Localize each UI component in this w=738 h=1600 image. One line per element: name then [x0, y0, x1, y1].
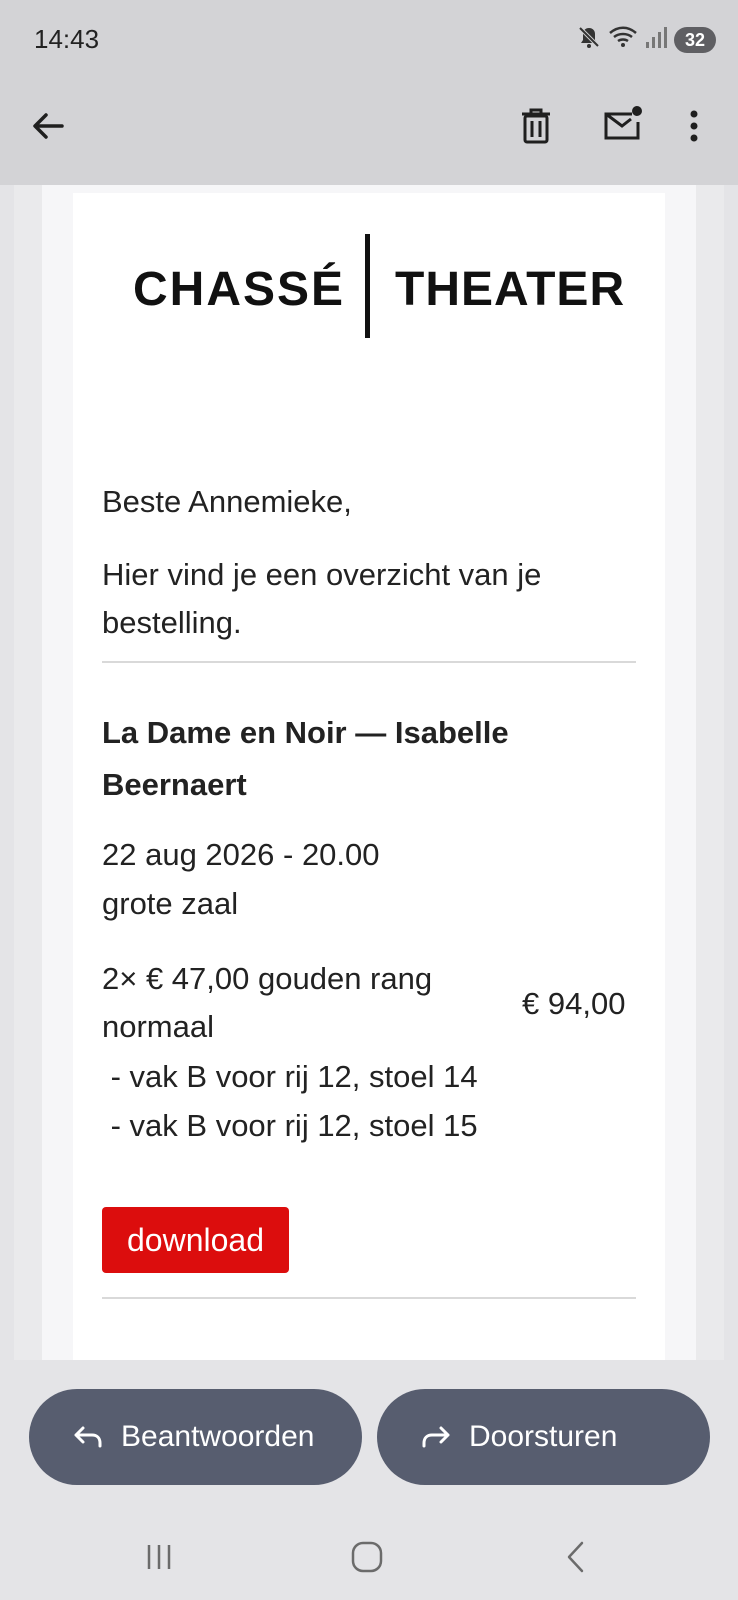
status-icons: 32: [576, 24, 716, 55]
signal-icon: [644, 24, 668, 55]
back-arrow-icon[interactable]: [28, 106, 68, 146]
reply-label: Beantwoorden: [121, 1420, 315, 1453]
more-vert-icon[interactable]: [686, 106, 702, 146]
divider: [102, 1297, 636, 1299]
performance-hall: grote zaal: [102, 886, 239, 921]
logo-text-theater: THEATER: [395, 263, 626, 316]
seat-line: - vak B voor rij 12, stoel 14: [102, 1059, 478, 1094]
forward-label: Doorsturen: [469, 1420, 618, 1453]
mark-unread-icon[interactable]: [602, 104, 644, 144]
mute-icon: [576, 24, 602, 55]
performance-date: 22 aug 2026 - 20.00: [102, 837, 380, 872]
intro-text: Hier vind je een overzicht van je bestel…: [102, 557, 542, 640]
chasse-theater-logo: CHASSÉ THEATER: [133, 232, 624, 340]
greeting: Beste Annemieke,: [102, 484, 352, 519]
logo-divider: [365, 234, 370, 338]
wifi-icon: [608, 24, 638, 55]
forward-icon: [422, 1426, 450, 1448]
trash-icon[interactable]: [519, 106, 553, 146]
show-title: La Dame en Noir — Isabelle Beernaert: [102, 715, 509, 802]
battery-icon: 32: [673, 26, 716, 53]
forward-button[interactable]: Doorsturen: [377, 1389, 710, 1485]
nav-back-icon[interactable]: [560, 1538, 590, 1576]
divider: [102, 661, 636, 663]
order-line: 2× € 47,00 gouden rang normaal: [102, 961, 433, 1044]
download-button[interactable]: download: [102, 1207, 289, 1273]
seat-line: - vak B voor rij 12, stoel 15: [102, 1108, 478, 1143]
order-total: € 94,00: [522, 986, 626, 1021]
status-time: 14:43: [34, 24, 100, 54]
home-icon[interactable]: [348, 1538, 386, 1576]
reply-icon: [74, 1426, 102, 1448]
logo-text-chasse: CHASSÉ: [133, 263, 346, 316]
reply-button[interactable]: Beantwoorden: [29, 1389, 362, 1485]
recent-apps-icon[interactable]: [144, 1538, 180, 1576]
